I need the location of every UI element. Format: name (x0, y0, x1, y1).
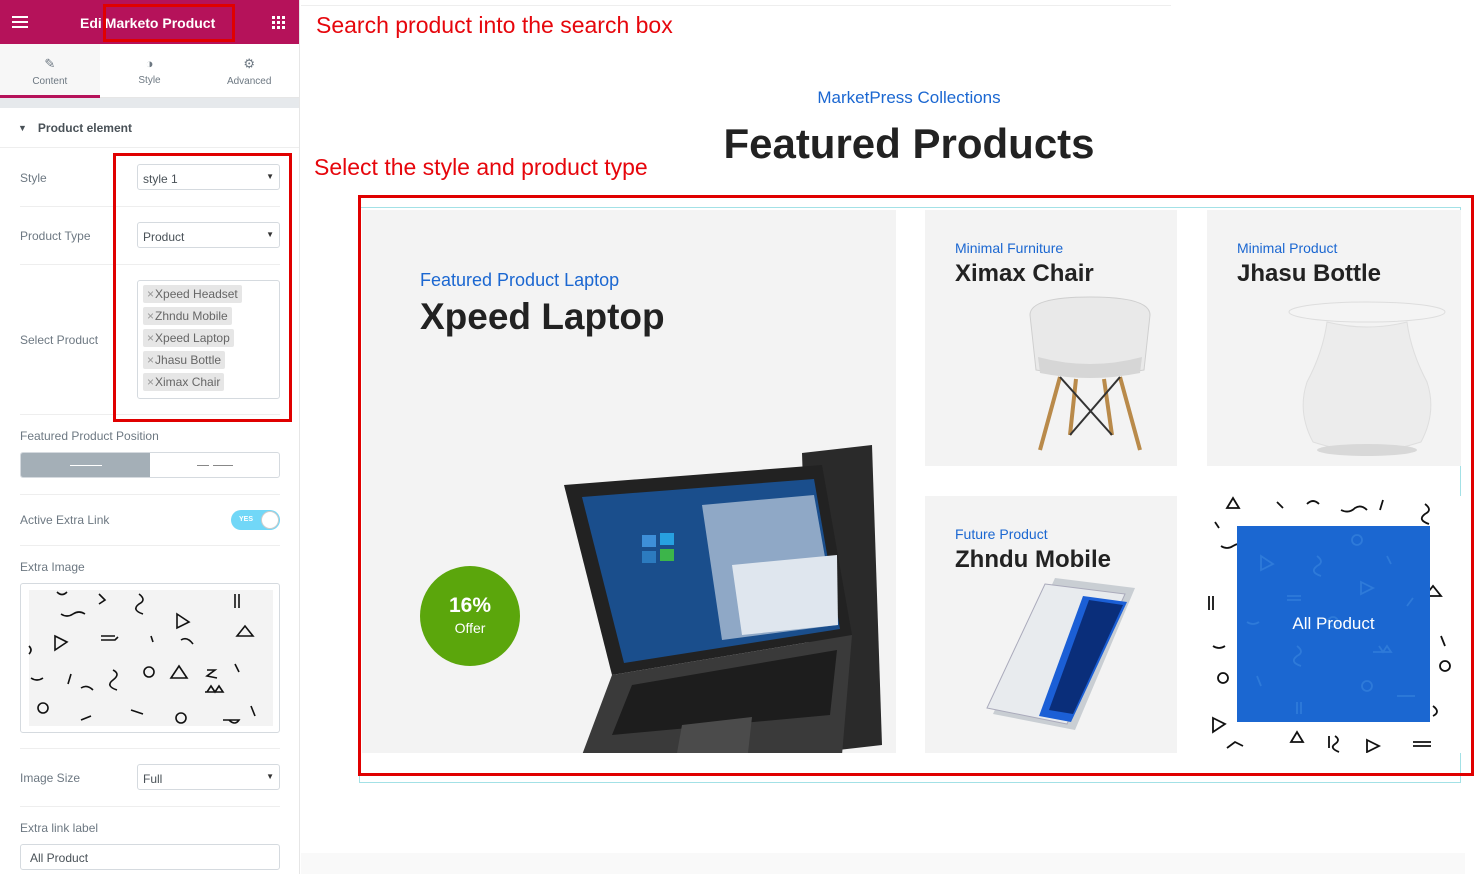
divider (20, 806, 280, 807)
gear-icon: ⚙ (243, 56, 255, 71)
product-type-label: Product Type (20, 229, 91, 243)
widgets-grid-icon[interactable] (272, 16, 285, 29)
extra-link-label-input[interactable]: All Product (20, 844, 280, 870)
image-size-select[interactable]: Full ▼ (137, 764, 280, 790)
editor-panel: Edi Marketo Product ✎ Content ◑ Style ⚙ A… (0, 0, 300, 874)
dropdown-arrow-icon: ▼ (266, 772, 274, 781)
memphis-pattern-thumbnail (28, 590, 273, 726)
extra-link-label-label: Extra link label (20, 821, 99, 835)
position-right-button[interactable] (150, 453, 279, 477)
tab-content[interactable]: ✎ Content (0, 44, 100, 98)
page-preview: Search product into the search box Selec… (301, 0, 1476, 874)
image-size-label: Image Size (20, 771, 81, 785)
featured-position-toggle (20, 452, 280, 478)
annotation-search-text: Search product into the search box (316, 12, 673, 38)
preview-top-edge (301, 0, 1171, 6)
align-right-icon (150, 463, 279, 468)
divider (20, 748, 280, 749)
extra-image-label: Extra Image (20, 560, 85, 574)
hamburger-menu-icon[interactable] (12, 16, 28, 28)
featured-position-label: Featured Product Position (20, 429, 159, 443)
contrast-icon: ◑ (145, 56, 154, 71)
divider (20, 545, 280, 546)
style-label: Style (20, 171, 47, 185)
tabs-spacer (0, 98, 299, 108)
position-left-button[interactable] (21, 453, 150, 477)
active-extra-link-label: Active Extra Link (20, 513, 110, 527)
active-extra-link-switch[interactable]: YES (231, 510, 280, 530)
divider (20, 494, 280, 495)
select-product-label: Select Product (20, 333, 99, 347)
extra-image-picker[interactable] (20, 583, 280, 733)
section-title: Featured Products (723, 120, 1095, 167)
annotation-highlight-controls (113, 153, 292, 422)
image-size-control: Image Size Full ▼ (20, 764, 280, 790)
panel-tabs: ✎ Content ◑ Style ⚙ Advanced (0, 44, 299, 98)
preview-footer (301, 853, 1465, 874)
tab-style[interactable]: ◑ Style (100, 44, 200, 97)
annotation-highlight-widget (103, 4, 235, 42)
section-subtitle: MarketPress Collections (817, 88, 1001, 107)
annotation-highlight-grid (358, 195, 1474, 776)
switch-knob (261, 511, 279, 529)
align-left-icon (21, 463, 150, 468)
caret-down-icon: ▼ (18, 122, 27, 133)
tab-advanced[interactable]: ⚙ Advanced (199, 44, 299, 97)
section-product-element[interactable]: ▼ Product element (0, 108, 299, 148)
pencil-icon: ✎ (44, 56, 56, 71)
